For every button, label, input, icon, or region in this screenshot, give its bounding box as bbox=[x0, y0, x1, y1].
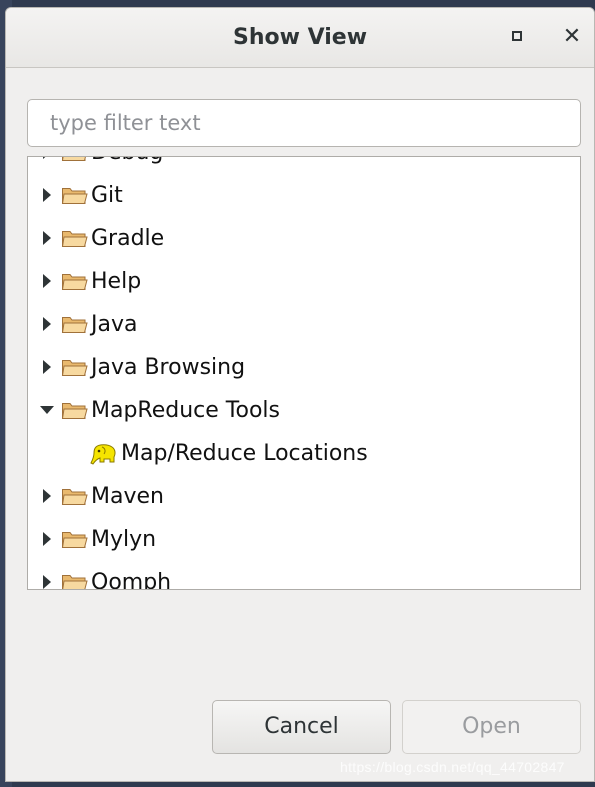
tree-item-label: Java Browsing bbox=[91, 355, 246, 380]
expand-arrow-icon[interactable] bbox=[41, 573, 53, 589]
tree-item-label: Oomph bbox=[91, 570, 172, 590]
tree-item-label: Gradle bbox=[91, 226, 165, 251]
show-view-dialog: Show View ✕ Debug Git Gradle bbox=[5, 7, 595, 782]
expand-arrow-icon[interactable] bbox=[41, 186, 53, 204]
tree-item-map-reduce-locations[interactable]: Map/Reduce Locations bbox=[28, 432, 580, 475]
folder-icon bbox=[61, 188, 88, 204]
collapse-arrow-icon[interactable] bbox=[40, 401, 54, 419]
folder-icon bbox=[61, 231, 88, 247]
maximize-button[interactable] bbox=[503, 22, 533, 52]
elephant-icon bbox=[90, 444, 116, 465]
tree-item-java-browsing[interactable]: Java Browsing bbox=[28, 346, 580, 389]
watermark-text: https://blog.csdn.net/qq_44702847 bbox=[340, 759, 565, 775]
tree-item-label: Java bbox=[91, 312, 138, 337]
tree-item-label: Git bbox=[91, 183, 123, 208]
expand-arrow-icon[interactable] bbox=[41, 487, 53, 505]
tree-item-label: Debug bbox=[91, 157, 163, 174]
tree-item-label: Mylyn bbox=[91, 527, 157, 552]
expand-arrow-icon[interactable] bbox=[41, 315, 53, 333]
tree-item-gradle[interactable]: Gradle bbox=[28, 217, 580, 260]
tree-item-label: MapReduce Tools bbox=[91, 398, 280, 423]
folder-icon bbox=[62, 575, 88, 589]
expand-arrow-icon[interactable] bbox=[41, 358, 53, 376]
tree-item-mylyn[interactable]: Mylyn bbox=[28, 518, 580, 561]
cancel-button[interactable]: Cancel bbox=[212, 700, 391, 754]
tree-item-git[interactable]: Git bbox=[28, 174, 580, 217]
expand-arrow-icon[interactable] bbox=[41, 229, 53, 247]
title-bar: Show View ✕ bbox=[6, 8, 594, 68]
expand-arrow-icon[interactable] bbox=[41, 157, 53, 161]
maximize-icon bbox=[512, 31, 522, 41]
folder-icon bbox=[61, 274, 88, 290]
folder-icon bbox=[61, 317, 88, 333]
tree-item-oomph[interactable]: Oomph bbox=[28, 561, 580, 590]
close-icon: ✕ bbox=[562, 24, 582, 49]
tree-item-help[interactable]: Help bbox=[28, 260, 580, 303]
open-button[interactable]: Open bbox=[402, 700, 581, 754]
tree-item-debug[interactable]: Debug bbox=[28, 157, 580, 174]
open-folder-icon bbox=[61, 403, 88, 419]
view-tree[interactable]: Debug Git Gradle Help Java bbox=[27, 156, 581, 590]
folder-icon bbox=[61, 360, 88, 376]
folder-icon bbox=[61, 532, 88, 548]
tree-item-label: Help bbox=[91, 269, 142, 294]
tree-item-java[interactable]: Java bbox=[28, 303, 580, 346]
tree-item-label: Map/Reduce Locations bbox=[121, 441, 368, 466]
expand-arrow-icon[interactable] bbox=[41, 530, 53, 548]
expand-arrow-icon[interactable] bbox=[41, 272, 53, 290]
folder-icon bbox=[61, 157, 86, 161]
tree-item-mapreduce-tools[interactable]: MapReduce Tools bbox=[28, 389, 580, 432]
folder-icon bbox=[61, 489, 88, 505]
filter-input[interactable] bbox=[27, 99, 581, 147]
tree-item-maven[interactable]: Maven bbox=[28, 475, 580, 518]
close-button[interactable]: ✕ bbox=[557, 22, 587, 52]
tree-item-label: Maven bbox=[91, 484, 164, 509]
